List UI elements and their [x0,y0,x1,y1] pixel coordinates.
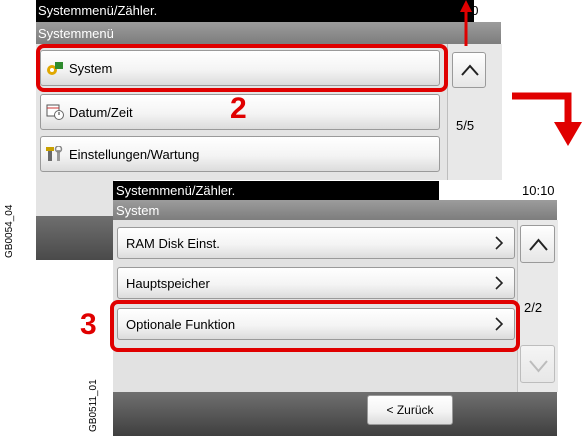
chevron-right-icon [495,236,504,250]
back-screen-title: Systemmenü/Zähler. [38,3,158,18]
step-number-2: 2 [230,92,247,125]
transition-arrow-icon [512,92,582,146]
front-subtitle: System [116,203,160,218]
back-page-indicator: 5/5 [456,118,475,133]
front-clock: 10:10 [522,183,555,198]
chevron-up-icon [529,238,548,251]
front-item-label: RAM Disk Einst. [126,235,220,251]
front-page-indicator: 2/2 [524,300,543,315]
pointer-arrow-icon [460,0,472,46]
front-item-ram-disk[interactable]: RAM Disk Einst. [117,227,515,259]
chevron-right-icon [495,276,504,290]
front-item-label: Hauptspeicher [126,275,210,291]
back-item-label: Einstellungen/Wartung [69,146,200,162]
chevron-up-icon [461,64,479,76]
front-scroll-up-button[interactable] [520,225,555,263]
back-scroll-up-button[interactable] [452,52,486,88]
front-item-hauptspeicher[interactable]: Hauptspeicher [117,267,515,299]
front-screen-title: Systemmenü/Zähler. [116,183,236,198]
back-item-einstellungen[interactable]: Einstellungen/Wartung [40,136,440,172]
highlight-optionale-funktion [110,300,520,352]
front-image-id: GB0511_01 [88,379,99,432]
highlight-system [36,44,448,92]
front-subtitle-bar [113,200,557,220]
back-lower-panel [36,180,114,216]
back-footer [36,216,114,260]
front-footer [113,392,557,436]
step-number-3: 3 [80,308,97,341]
front-scroll-down-button[interactable] [520,345,555,383]
back-subtitle: Systemmenü [38,26,114,41]
back-button[interactable]: < Zurück [367,395,453,425]
chevron-down-icon [529,360,548,373]
tools-icon [46,146,63,161]
back-item-label: Datum/Zeit [69,104,133,120]
back-image-id: GB0054_04 [4,204,15,258]
calendar-clock-icon [46,104,64,120]
